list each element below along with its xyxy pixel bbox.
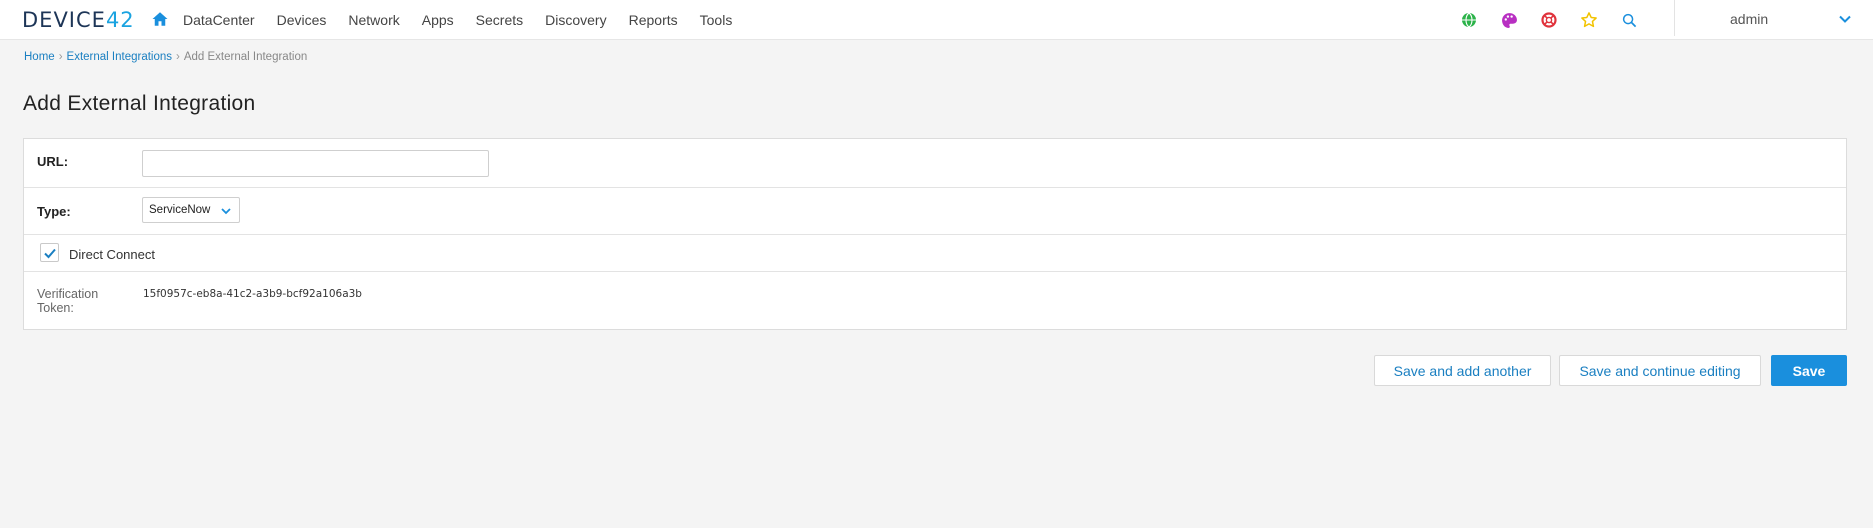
direct-connect-label: Direct Connect: [69, 247, 155, 262]
logo-text: DEVICE: [22, 8, 106, 32]
home-icon[interactable]: [151, 10, 169, 28]
verification-token-row: Verification Token: 15f0957c-eb8a-41c2-a…: [24, 272, 1846, 330]
search-icon[interactable]: [1618, 9, 1640, 31]
type-row: Type: ServiceNow: [24, 188, 1846, 235]
menu-tools[interactable]: Tools: [700, 12, 733, 28]
breadcrumb-home[interactable]: Home: [24, 51, 55, 63]
logo-number: 42: [105, 8, 135, 32]
navbar-divider: [1674, 0, 1675, 36]
user-menu-name[interactable]: admin: [1730, 11, 1768, 27]
verification-token-label: Verification Token:: [37, 287, 117, 315]
navbar-icons: [1458, 9, 1658, 31]
menu-apps[interactable]: Apps: [422, 12, 454, 28]
type-label: Type:: [37, 204, 71, 219]
save-button[interactable]: Save: [1771, 355, 1847, 386]
chevron-down-icon: [221, 208, 231, 215]
save-and-continue-button[interactable]: Save and continue editing: [1559, 355, 1761, 386]
save-and-add-another-button[interactable]: Save and add another: [1374, 355, 1551, 386]
menu-reports[interactable]: Reports: [629, 12, 678, 28]
direct-connect-checkbox[interactable]: [40, 243, 59, 262]
breadcrumb-current: Add External Integration: [183, 51, 308, 63]
device42-logo[interactable]: DEVICE42: [22, 8, 135, 32]
page-title: Add External Integration: [23, 92, 256, 115]
url-input[interactable]: [142, 150, 489, 177]
menu-discovery[interactable]: Discovery: [545, 12, 606, 28]
breadcrumb-separator: ›: [176, 51, 180, 63]
type-selected-value: ServiceNow: [149, 204, 211, 216]
token-label-line2: Token:: [37, 301, 74, 315]
token-label-line1: Verification: [37, 287, 99, 301]
main-menu: DataCenter Devices Network Apps Secrets …: [183, 0, 754, 40]
globe-icon[interactable]: [1458, 9, 1480, 31]
menu-datacenter[interactable]: DataCenter: [183, 12, 255, 28]
palette-icon[interactable]: [1498, 9, 1520, 31]
menu-devices[interactable]: Devices: [277, 12, 327, 28]
url-row: URL:: [24, 139, 1846, 188]
checkmark-icon: [44, 248, 56, 259]
chevron-down-icon[interactable]: [1838, 12, 1852, 26]
star-icon[interactable]: [1578, 9, 1600, 31]
url-label: URL:: [37, 154, 69, 169]
menu-secrets[interactable]: Secrets: [476, 12, 523, 28]
integration-form: URL: Type: ServiceNow Direct Connect Ver…: [23, 138, 1847, 330]
direct-connect-row: Direct Connect: [24, 235, 1846, 272]
breadcrumb-external-integrations[interactable]: External Integrations: [67, 51, 172, 63]
menu-network[interactable]: Network: [348, 12, 399, 28]
breadcrumb: Home › External Integrations › Add External …: [24, 51, 307, 63]
verification-token-value: 15f0957c-eb8a-41c2-a3b9-bcf92a106a3b: [143, 288, 362, 300]
breadcrumb-separator: ›: [58, 51, 63, 63]
top-navbar: DEVICE42 DataCenter Devices Network Apps…: [0, 0, 1873, 40]
lifebuoy-icon[interactable]: [1538, 9, 1560, 31]
type-select[interactable]: ServiceNow: [142, 197, 240, 223]
